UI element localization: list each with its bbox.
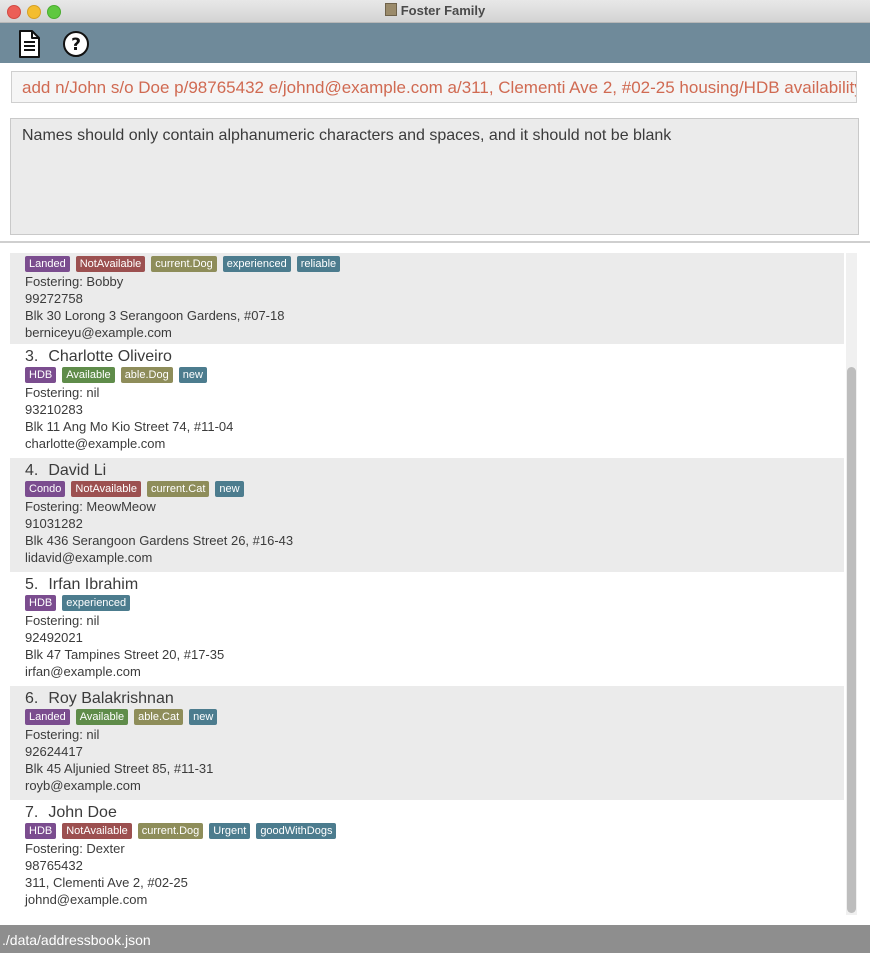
person-email: lidavid@example.com bbox=[25, 550, 153, 565]
person-email: johnd@example.com bbox=[25, 892, 148, 907]
person-card[interactable]: 6. Roy Balakrishnan Landed Available able.Ca… bbox=[10, 686, 844, 800]
document-icon[interactable] bbox=[15, 29, 43, 59]
person-phone: 91031282 bbox=[25, 516, 83, 531]
person-card[interactable]: Landed NotAvailable current.Dog experienced… bbox=[10, 253, 844, 344]
svg-text:?: ? bbox=[71, 35, 81, 55]
help-icon[interactable]: ? bbox=[62, 29, 90, 59]
person-name-text: David Li bbox=[48, 462, 107, 479]
person-address: Blk 11 Ang Mo Kio Street 74, #11-04 bbox=[25, 419, 234, 434]
list-scrollbar[interactable] bbox=[846, 253, 857, 915]
person-index: 5. bbox=[25, 576, 39, 593]
person-fostering: Fostering: MeowMeow bbox=[25, 499, 156, 514]
person-address: Blk 47 Tampines Street 20, #17-35 bbox=[25, 647, 225, 662]
tag-badge: new bbox=[215, 481, 244, 497]
tag-badge: current.Dog bbox=[151, 256, 217, 272]
person-name: 4. David Li bbox=[25, 461, 829, 481]
tag-badge: current.Cat bbox=[146, 481, 210, 497]
person-email: charlotte@example.com bbox=[25, 436, 166, 451]
tag-badge: experienced bbox=[222, 256, 291, 272]
person-address: Blk 436 Serangoon Gardens Street 26, #16… bbox=[25, 533, 294, 548]
tag-badge: Available bbox=[62, 367, 115, 383]
tag-badge: HDB bbox=[25, 823, 57, 839]
person-fostering: Fostering: nil bbox=[25, 727, 100, 742]
person-name-text: John Doe bbox=[48, 804, 117, 821]
result-message: Names should only contain alphanumeric c… bbox=[10, 118, 859, 235]
tag-badge: experienced bbox=[62, 595, 131, 611]
person-card[interactable]: 4. David Li Condo NotAvailable current.Cat ne… bbox=[10, 458, 844, 572]
tag-badge: NotAvailable bbox=[75, 256, 146, 272]
person-address: Blk 30 Lorong 3 Serangoon Gardens, #07-1… bbox=[25, 308, 285, 323]
person-card[interactable]: 5. Irfan Ibrahim HDB experienced Fostering: … bbox=[10, 572, 844, 686]
status-bar: ./data/addressbook.json bbox=[0, 925, 870, 953]
person-index: 3. bbox=[25, 348, 39, 365]
person-name: 3. Charlotte Oliveiro bbox=[25, 347, 829, 367]
tag-badge: reliable bbox=[296, 256, 341, 272]
person-name-text: Irfan Ibrahim bbox=[48, 576, 139, 593]
tag-list: HDB Available able.Dog new bbox=[25, 367, 829, 383]
app-icon bbox=[384, 3, 397, 16]
window-title-text: Foster Family bbox=[400, 3, 486, 18]
tag-badge: able.Dog bbox=[120, 367, 173, 383]
tag-list: Condo NotAvailable current.Cat new bbox=[25, 481, 829, 497]
tag-list: Landed NotAvailable current.Dog experienced… bbox=[25, 256, 829, 272]
tag-list: HDB experienced bbox=[25, 595, 829, 611]
tag-badge: NotAvailable bbox=[62, 823, 132, 839]
tag-badge: NotAvailable bbox=[71, 481, 141, 497]
person-index: 4. bbox=[25, 462, 39, 479]
scrollbar-thumb[interactable] bbox=[847, 367, 856, 913]
person-index: 7. bbox=[25, 804, 39, 821]
command-box: add n/John s/o Doe p/98765432 e/johnd@ex… bbox=[0, 63, 870, 113]
toolbar: ? bbox=[0, 23, 870, 63]
title-bar: Foster Family bbox=[0, 0, 870, 23]
person-address: Blk 45 Aljunied Street 85, #11-31 bbox=[25, 761, 214, 776]
person-index: 6. bbox=[25, 690, 39, 707]
result-display: Names should only contain alphanumeric c… bbox=[0, 113, 870, 243]
person-card[interactable]: 7. John Doe HDB NotAvailable current.Dog Urge… bbox=[10, 800, 844, 914]
person-email: irfan@example.com bbox=[25, 664, 141, 679]
person-fostering: Fostering: Dexter bbox=[25, 841, 125, 856]
tag-badge: Condo bbox=[25, 481, 66, 497]
tag-badge: HDB bbox=[25, 367, 57, 383]
tag-badge: HDB bbox=[25, 595, 57, 611]
tag-list: Landed Available able.Cat new bbox=[25, 709, 829, 725]
data-file-path: ./data/addressbook.json bbox=[2, 932, 151, 948]
person-fostering: Fostering: Bobby bbox=[25, 274, 124, 289]
window-title: Foster Family bbox=[0, 3, 870, 18]
person-fostering: Fostering: nil bbox=[25, 385, 100, 400]
tag-badge: goodWithDogs bbox=[256, 823, 337, 839]
person-email: royb@example.com bbox=[25, 778, 141, 793]
tag-badge: Landed bbox=[25, 256, 70, 272]
person-name: 5. Irfan Ibrahim bbox=[25, 575, 829, 595]
person-name-text: Roy Balakrishnan bbox=[48, 690, 174, 707]
tag-badge: Urgent bbox=[209, 823, 251, 839]
person-list[interactable]: Landed NotAvailable current.Dog experienced… bbox=[10, 253, 844, 915]
command-input[interactable]: add n/John s/o Doe p/98765432 e/johnd@ex… bbox=[11, 71, 857, 103]
tag-badge: Available bbox=[75, 709, 129, 725]
tag-badge: Landed bbox=[25, 709, 70, 725]
tag-badge: new bbox=[178, 367, 207, 383]
tag-list: HDB NotAvailable current.Dog Urgent goodWith… bbox=[25, 823, 829, 839]
tag-badge: new bbox=[189, 709, 218, 725]
person-card[interactable]: 3. Charlotte Oliveiro HDB Available able.Dog… bbox=[10, 344, 844, 458]
person-fostering: Fostering: nil bbox=[25, 613, 100, 628]
person-phone: 99272758 bbox=[25, 291, 83, 306]
person-address: 311, Clementi Ave 2, #02-25 bbox=[25, 875, 188, 890]
person-phone: 93210283 bbox=[25, 402, 83, 417]
tag-badge: current.Dog bbox=[137, 823, 204, 839]
person-name: 7. John Doe bbox=[25, 803, 829, 823]
person-phone: 98765432 bbox=[25, 858, 83, 873]
person-phone: 92624417 bbox=[25, 744, 83, 759]
person-email: berniceyu@example.com bbox=[25, 325, 172, 340]
person-phone: 92492021 bbox=[25, 630, 83, 645]
tag-badge: able.Cat bbox=[134, 709, 184, 725]
person-name-text: Charlotte Oliveiro bbox=[48, 348, 172, 365]
person-list-panel: Landed NotAvailable current.Dog experienced… bbox=[0, 243, 870, 925]
person-name: 6. Roy Balakrishnan bbox=[25, 689, 829, 709]
